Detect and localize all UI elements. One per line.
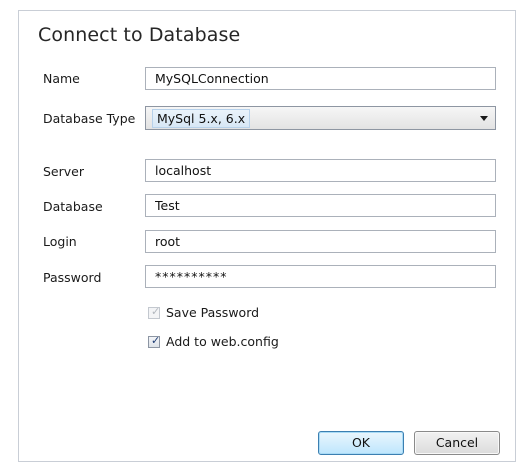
ok-button[interactable]: OK xyxy=(318,431,404,455)
server-label: Server xyxy=(43,164,84,179)
add-webconfig-checkbox[interactable]: ✓ Add to web.config xyxy=(148,334,279,349)
database-type-label: Database Type xyxy=(43,111,136,126)
name-label: Name xyxy=(43,71,80,86)
server-field[interactable] xyxy=(145,159,496,182)
login-field[interactable] xyxy=(145,230,496,253)
add-webconfig-label: Add to web.config xyxy=(166,334,279,349)
database-label: Database xyxy=(43,199,103,214)
cancel-button[interactable]: Cancel xyxy=(414,431,500,455)
database-field[interactable] xyxy=(145,194,496,217)
name-field[interactable] xyxy=(145,67,496,90)
database-type-select[interactable]: MySql 5.x, 6.x xyxy=(145,106,496,130)
password-field[interactable] xyxy=(145,265,496,288)
password-label: Password xyxy=(43,270,102,285)
save-password-label: Save Password xyxy=(166,305,260,320)
dialog-title: Connect to Database xyxy=(38,24,241,46)
save-password-checkbox[interactable]: ✓ Save Password xyxy=(148,305,259,320)
checkbox-box: ✓ xyxy=(148,333,161,348)
connect-database-dialog: Connect to Database Name Database Type M… xyxy=(18,10,516,462)
checkbox-box: ✓ xyxy=(148,304,161,319)
chevron-down-icon xyxy=(480,116,488,121)
checkmark-icon: ✓ xyxy=(151,304,161,318)
login-label: Login xyxy=(43,234,77,249)
database-type-value: MySql 5.x, 6.x xyxy=(152,109,251,128)
checkmark-icon: ✓ xyxy=(151,333,161,347)
